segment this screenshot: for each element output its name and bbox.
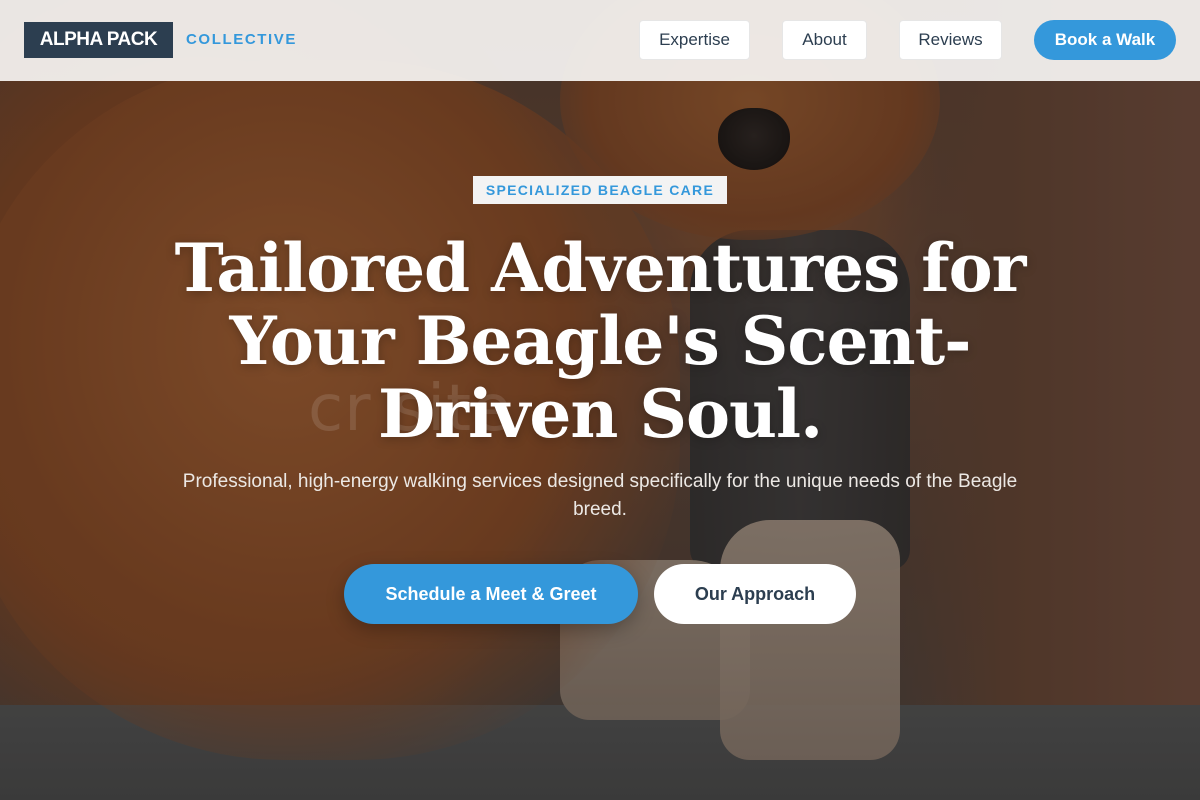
- logo-subtitle: COLLECTIVE: [186, 31, 298, 48]
- nav-reviews-button[interactable]: Reviews: [899, 20, 1002, 60]
- hero-subtext: Professional, high-energy walking servic…: [182, 471, 1018, 520]
- nav-expertise-button[interactable]: Expertise: [639, 20, 750, 60]
- book-walk-button[interactable]: Book a Walk: [1034, 20, 1176, 60]
- site-header: ALPHA PACK COLLECTIVE Expertise About Re…: [0, 0, 1200, 81]
- our-approach-button[interactable]: Our Approach: [654, 564, 856, 624]
- schedule-meet-greet-button[interactable]: Schedule a Meet & Greet: [344, 564, 638, 624]
- hero-headline: Tailored Adventures for Your Beagle's Sc…: [174, 229, 1027, 453]
- hero-badge: SPECIALIZED BEAGLE CARE: [473, 176, 727, 204]
- logo-wordmark[interactable]: ALPHA PACK: [24, 22, 173, 58]
- nav-about-button[interactable]: About: [782, 20, 867, 60]
